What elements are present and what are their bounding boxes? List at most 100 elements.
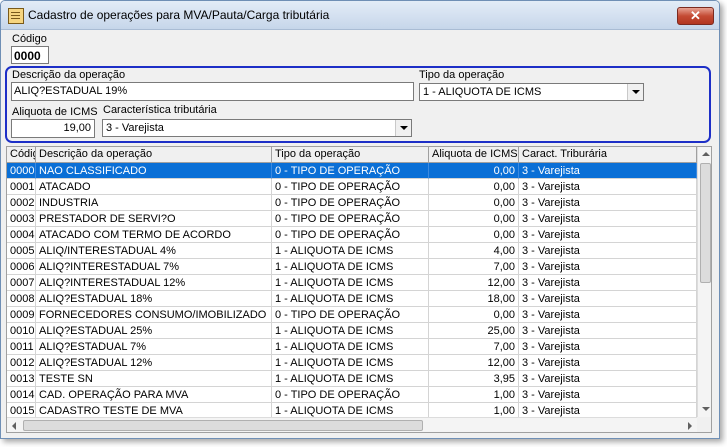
cell-aliquota[interactable]: 12,00 — [429, 355, 519, 371]
scroll-up-button[interactable] — [698, 147, 711, 162]
cell-aliquota[interactable]: 0,00 — [429, 307, 519, 323]
cell-tipo[interactable]: 1 - ALIQUOTA DE ICMS — [272, 371, 429, 387]
table-row[interactable]: 0013 TESTE SN 1 - ALIQUOTA DE ICMS 3,95 3 - … — [7, 371, 697, 387]
table-row[interactable]: 0014 CAD. OPERAÇÃO PARA MVA 0 - TIPO DE OP… — [7, 387, 697, 403]
cell-tipo[interactable]: 1 - ALIQUOTA DE ICMS — [272, 259, 429, 275]
scroll-down-button[interactable] — [698, 402, 711, 417]
table-row[interactable]: 0004 ATACADO COM TERMO DE ACORDO 0 - TIPO … — [7, 227, 697, 243]
aliquota-input[interactable]: 19,00 — [11, 119, 95, 138]
close-button[interactable]: ✕ — [677, 7, 714, 25]
caracteristica-select[interactable]: 3 - Varejista — [102, 119, 412, 137]
cell-aliquota[interactable]: 0,00 — [429, 211, 519, 227]
cell-codigo[interactable]: 0011 — [7, 339, 36, 355]
cell-caracteristica[interactable]: 3 - Varejista — [519, 243, 697, 259]
cell-descricao[interactable]: TESTE SN — [36, 371, 272, 387]
cell-codigo[interactable]: 0003 — [7, 211, 36, 227]
cell-descricao[interactable]: CAD. OPERAÇÃO PARA MVA — [36, 387, 272, 403]
cell-tipo[interactable]: 1 - ALIQUOTA DE ICMS — [272, 291, 429, 307]
cell-tipo[interactable]: 0 - TIPO DE OPERAÇÃO — [272, 195, 429, 211]
cell-caracteristica[interactable]: 3 - Varejista — [519, 387, 697, 403]
cell-caracteristica[interactable]: 3 - Varejista — [519, 371, 697, 387]
cell-tipo[interactable]: 1 - ALIQUOTA DE ICMS — [272, 275, 429, 291]
chevron-down-icon[interactable] — [395, 120, 411, 136]
cell-aliquota[interactable]: 0,00 — [429, 179, 519, 195]
cell-descricao[interactable]: ALIQ?ESTADUAL 18% — [36, 291, 272, 307]
cell-codigo[interactable]: 0000 — [7, 163, 36, 179]
column-header-caracteristica[interactable]: Caract. Triburária — [519, 147, 697, 162]
cell-caracteristica[interactable]: 3 - Varejista — [519, 355, 697, 371]
scroll-left-button[interactable] — [7, 418, 22, 432]
cell-aliquota[interactable]: 25,00 — [429, 323, 519, 339]
vertical-scrollbar[interactable] — [697, 147, 711, 417]
cell-tipo[interactable]: 0 - TIPO DE OPERAÇÃO — [272, 211, 429, 227]
cell-caracteristica[interactable]: 3 - Varejista — [519, 307, 697, 323]
table-row[interactable]: 0007 ALIQ?INTERESTADUAL 12% 1 - ALIQUOTA D… — [7, 275, 697, 291]
column-header-descricao[interactable]: Descrição da operação — [36, 147, 272, 162]
table-row[interactable]: 0000 NAO CLASSIFICADO 0 - TIPO DE OPERAÇÃO… — [7, 163, 697, 179]
cell-caracteristica[interactable]: 3 - Varejista — [519, 195, 697, 211]
cell-aliquota[interactable]: 4,00 — [429, 243, 519, 259]
tipo-select[interactable]: 1 - ALIQUOTA DE ICMS — [419, 83, 644, 101]
cell-codigo[interactable]: 0009 — [7, 307, 36, 323]
cell-tipo[interactable]: 1 - ALIQUOTA DE ICMS — [272, 339, 429, 355]
cell-caracteristica[interactable]: 3 - Varejista — [519, 259, 697, 275]
cell-descricao[interactable]: ALIQ/INTERESTADUAL 4% — [36, 243, 272, 259]
cell-codigo[interactable]: 0010 — [7, 323, 36, 339]
cell-codigo[interactable]: 0014 — [7, 387, 36, 403]
column-header-tipo[interactable]: Tipo da operação — [272, 147, 429, 162]
column-header-codigo[interactable]: Código — [7, 147, 36, 162]
cell-descricao[interactable]: PRESTADOR DE SERVI?O — [36, 211, 272, 227]
horizontal-scroll-thumb[interactable] — [23, 420, 423, 431]
cell-codigo[interactable]: 0013 — [7, 371, 36, 387]
cell-caracteristica[interactable]: 3 - Varejista — [519, 227, 697, 243]
table-row[interactable]: 0002 INDUSTRIA 0 - TIPO DE OPERAÇÃO 0,00 3 -… — [7, 195, 697, 211]
cell-aliquota[interactable]: 7,00 — [429, 339, 519, 355]
cell-codigo[interactable]: 0001 — [7, 179, 36, 195]
table-row[interactable]: 0012 ALIQ?ESTADUAL 12% 1 - ALIQUOTA DE ICM… — [7, 355, 697, 371]
cell-descricao[interactable]: ALIQ?INTERESTADUAL 7% — [36, 259, 272, 275]
cell-codigo[interactable]: 0012 — [7, 355, 36, 371]
cell-descricao[interactable]: ATACADO — [36, 179, 272, 195]
cell-descricao[interactable]: ALIQ?INTERESTADUAL 12% — [36, 275, 272, 291]
cell-aliquota[interactable]: 0,00 — [429, 227, 519, 243]
cell-codigo[interactable]: 0006 — [7, 259, 36, 275]
cell-tipo[interactable]: 0 - TIPO DE OPERAÇÃO — [272, 307, 429, 323]
cell-tipo[interactable]: 0 - TIPO DE OPERAÇÃO — [272, 227, 429, 243]
cell-descricao[interactable]: ALIQ?ESTADUAL 25% — [36, 323, 272, 339]
cell-descricao[interactable]: INDUSTRIA — [36, 195, 272, 211]
cell-caracteristica[interactable]: 3 - Varejista — [519, 323, 697, 339]
title-bar[interactable]: Cadastro de operações para MVA/Pauta/Car… — [1, 1, 719, 30]
cell-caracteristica[interactable]: 3 - Varejista — [519, 163, 697, 179]
cell-descricao[interactable]: ALIQ?ESTADUAL 7% — [36, 339, 272, 355]
table-row[interactable]: 0006 ALIQ?INTERESTADUAL 7% 1 - ALIQUOTA DE… — [7, 259, 697, 275]
cell-codigo[interactable]: 0005 — [7, 243, 36, 259]
table-row[interactable]: 0005 ALIQ/INTERESTADUAL 4% 1 - ALIQUOTA DE… — [7, 243, 697, 259]
column-header-aliquota[interactable]: Aliquota de ICMS — [429, 147, 519, 162]
cell-aliquota[interactable]: 7,00 — [429, 259, 519, 275]
cell-codigo[interactable]: 0008 — [7, 291, 36, 307]
descricao-input[interactable]: ALIQ?ESTADUAL 19% — [11, 82, 414, 101]
cell-caracteristica[interactable]: 3 - Varejista — [519, 291, 697, 307]
cell-tipo[interactable]: 1 - ALIQUOTA DE ICMS — [272, 355, 429, 371]
cell-codigo[interactable]: 0007 — [7, 275, 36, 291]
operations-grid[interactable]: Código Descrição da operação Tipo da ope… — [6, 146, 712, 433]
cell-aliquota[interactable]: 12,00 — [429, 275, 519, 291]
cell-tipo[interactable]: 0 - TIPO DE OPERAÇÃO — [272, 163, 429, 179]
horizontal-scrollbar[interactable] — [7, 417, 697, 432]
vertical-scroll-thumb[interactable] — [700, 163, 711, 283]
cell-descricao[interactable]: NAO CLASSIFICADO — [36, 163, 272, 179]
cell-caracteristica[interactable]: 3 - Varejista — [519, 339, 697, 355]
table-row[interactable]: 0001 ATACADO 0 - TIPO DE OPERAÇÃO 0,00 3 - V… — [7, 179, 697, 195]
cell-tipo[interactable]: 1 - ALIQUOTA DE ICMS — [272, 243, 429, 259]
cell-descricao[interactable]: ALIQ?ESTADUAL 12% — [36, 355, 272, 371]
table-row[interactable]: 0008 ALIQ?ESTADUAL 18% 1 - ALIQUOTA DE ICM… — [7, 291, 697, 307]
cell-tipo[interactable]: 0 - TIPO DE OPERAÇÃO — [272, 179, 429, 195]
cell-descricao[interactable]: ATACADO COM TERMO DE ACORDO — [36, 227, 272, 243]
cell-caracteristica[interactable]: 3 - Varejista — [519, 211, 697, 227]
cell-tipo[interactable]: 1 - ALIQUOTA DE ICMS — [272, 323, 429, 339]
cell-descricao[interactable]: FORNECEDORES CONSUMO/IMOBILIZADO — [36, 307, 272, 323]
scroll-right-button[interactable] — [682, 418, 697, 432]
cell-caracteristica[interactable]: 3 - Varejista — [519, 275, 697, 291]
cell-aliquota[interactable]: 0,00 — [429, 163, 519, 179]
cell-codigo[interactable]: 0002 — [7, 195, 36, 211]
